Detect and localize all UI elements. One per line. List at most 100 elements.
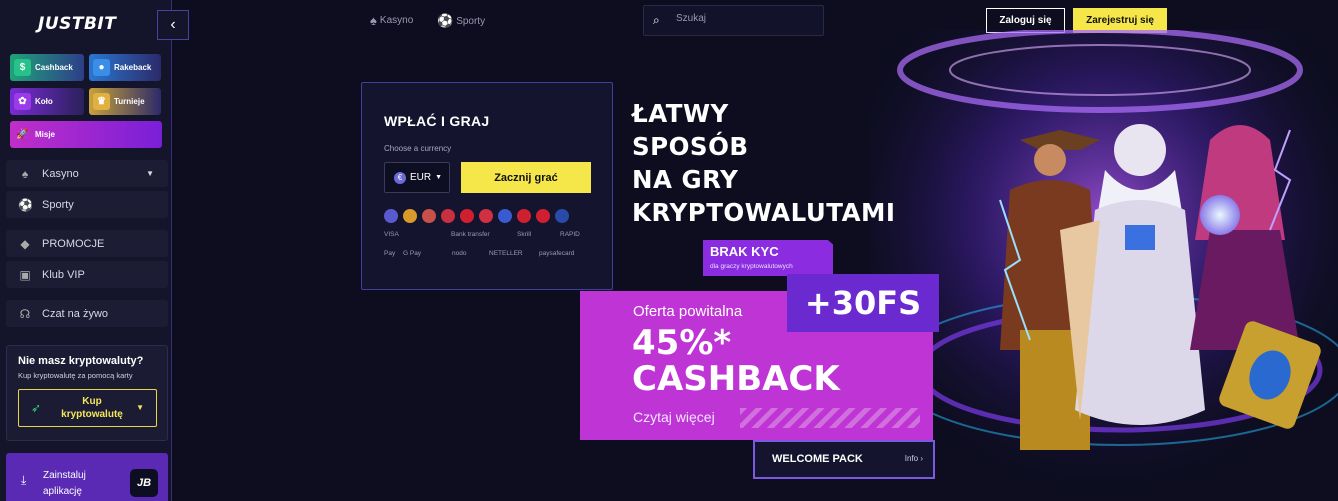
- caret-down-icon: ▼: [146, 169, 154, 178]
- nodo-logo: nodo: [452, 250, 467, 257]
- install-app-button[interactable]: ⤓ Zainstaluj aplikację JB: [6, 453, 168, 501]
- currency-coin-icon: [403, 209, 417, 223]
- hero-headline: ŁATWY SPOSÓB NA GRY KRYPTOWALUTAMI: [632, 97, 896, 229]
- headline-line: NA GRY: [632, 165, 739, 194]
- promo-cashback[interactable]: $ Cashback: [10, 54, 84, 81]
- currency-label: Choose a currency: [384, 144, 452, 153]
- search-input[interactable]: [676, 13, 816, 24]
- search-box: ⌕: [643, 5, 824, 36]
- currency-coin-icon: [536, 209, 550, 223]
- tab-kasyno[interactable]: ♠ Kasyno: [370, 13, 413, 28]
- sidebar-item-label: Sporty: [42, 198, 74, 211]
- currency-select[interactable]: € EUR ▼: [384, 162, 450, 193]
- download-icon: ⤓: [21, 473, 27, 487]
- neteller-logo: NETELLER: [489, 250, 523, 257]
- read-more-link[interactable]: Czytaj więcej: [633, 409, 715, 425]
- free-spins-badge: +30FS: [787, 274, 939, 332]
- sidebar-item-kasyno[interactable]: ♠ Kasyno ▼: [6, 160, 168, 187]
- headline-line: KRYPTOWALUTAMI: [632, 198, 896, 227]
- offer-label: Oferta powitalna: [633, 303, 743, 320]
- sidebar-item-sporty[interactable]: ⚽ Sporty: [6, 191, 168, 218]
- sidebar-item-klub-vip[interactable]: ▣ Klub VIP: [6, 261, 168, 288]
- deposit-title: WPŁAĆ I GRAJ: [384, 113, 490, 129]
- sidebar-item-promocje[interactable]: ◆ PROMOCJE: [6, 230, 168, 257]
- rakeback-icon: ●: [93, 59, 110, 76]
- trophy-icon: ♛: [93, 93, 110, 110]
- app-badge: JB: [130, 469, 158, 497]
- soccer-ball-icon: ⚽: [18, 197, 33, 212]
- collapse-sidebar-button[interactable]: ‹: [157, 10, 189, 40]
- tab-label: Sporty: [456, 15, 486, 27]
- install-app-label: Zainstaluj aplikację: [43, 470, 86, 497]
- currency-value: EUR: [410, 172, 432, 183]
- welcome-pack-button[interactable]: WELCOME PACK Info ›: [753, 440, 935, 479]
- euro-coin-icon: €: [394, 171, 406, 184]
- deposit-card: WPŁAĆ I GRAJ Choose a currency € EUR ▼ Z…: [361, 82, 613, 290]
- welcome-pack-label: WELCOME PACK: [772, 453, 863, 465]
- cashback-icon: $: [14, 59, 31, 76]
- caret-down-icon: ▼: [136, 403, 144, 412]
- currency-coin-icon: [555, 209, 569, 223]
- apple-pay-logo: Pay: [384, 250, 396, 257]
- caret-down-icon: ▼: [435, 174, 443, 181]
- wheel-icon: ✿: [14, 93, 31, 110]
- sidebar-item-label: Czat na żywo: [42, 307, 109, 320]
- sidebar-item-label: Kasyno: [42, 167, 79, 180]
- start-playing-button[interactable]: Zacznij grać: [461, 162, 591, 193]
- currency-coin-icon: [441, 209, 455, 223]
- sidebar-item-label: PROMOCJE: [42, 237, 105, 250]
- promo-kolo[interactable]: ✿ Koło: [10, 88, 84, 115]
- promo-rakeback[interactable]: ● Rakeback: [89, 54, 161, 81]
- tag-icon: ◆: [20, 236, 30, 251]
- buy-crypto-subtitle: Kup kryptowalutę za pomocą karty: [18, 371, 133, 380]
- sidebar-item-czat[interactable]: ☊ Czat na żywo: [6, 300, 168, 327]
- support-icon: ☊: [19, 306, 31, 321]
- currency-coin-icon: [384, 209, 398, 223]
- currency-coin-icon: [479, 209, 493, 223]
- buy-crypto-label: Kup kryptowalutę: [61, 396, 123, 420]
- paysafecard-logo: paysafecard: [539, 250, 575, 257]
- rapid-logo: RAPID: [560, 231, 580, 238]
- logo[interactable]: JUSTBIT: [38, 14, 116, 34]
- rocket-icon: ➶: [31, 401, 42, 415]
- vip-icon: ▣: [19, 267, 31, 282]
- promo-misje[interactable]: 🚀 Misje: [10, 121, 162, 148]
- info-link[interactable]: Info ›: [905, 454, 923, 463]
- currency-coin-icon: [422, 209, 436, 223]
- promo-label: Cashback: [35, 63, 73, 72]
- promo-label: Misje: [35, 130, 56, 139]
- bank-transfer-logo: Bank transfer: [451, 231, 490, 238]
- stripes-decoration: [740, 408, 920, 428]
- buy-crypto-panel: Nie masz kryptowaluty? Kup kryptowalutę …: [6, 345, 168, 441]
- visa-logo: VISA: [384, 231, 399, 238]
- no-kyc-subtitle: dla graczy kryptowalutowych: [710, 263, 793, 270]
- skrill-logo: Skrill: [517, 231, 532, 238]
- currency-coin-icon: [517, 209, 531, 223]
- currency-icons: [384, 209, 569, 223]
- headline-line: ŁATWY: [632, 99, 729, 128]
- tab-sporty[interactable]: ⚽ Sporty: [437, 13, 485, 29]
- search-icon: ⌕: [653, 13, 660, 27]
- headline-line: SPOSÓB: [632, 132, 749, 161]
- promo-label: Turnieje: [114, 97, 145, 106]
- currency-coin-icon: [460, 209, 474, 223]
- no-kyc-title: BRAK KYC: [710, 244, 779, 259]
- rocket-icon: 🚀: [16, 129, 29, 140]
- currency-coin-icon: [498, 209, 512, 223]
- buy-crypto-title: Nie masz kryptowaluty?: [18, 355, 144, 367]
- soccer-ball-icon: ⚽: [437, 13, 454, 28]
- spade-icon: ♠: [21, 166, 29, 181]
- no-kyc-badge: BRAK KYC dla graczy kryptowalutowych: [703, 240, 833, 276]
- promo-label: Rakeback: [114, 63, 152, 72]
- sidebar-item-label: Klub VIP: [42, 268, 85, 281]
- hero-characters-image: [870, 30, 1338, 501]
- buy-crypto-button[interactable]: ➶ Kup kryptowalutę ▼: [18, 389, 157, 427]
- offer-amount: 45%* CASHBACK: [632, 325, 840, 397]
- sidebar: JUSTBIT $ Cashback ● Rakeback ✿ Koło ♛ T…: [0, 0, 172, 501]
- promo-label: Koło: [35, 97, 53, 106]
- spade-icon: ♠: [370, 13, 377, 28]
- google-pay-logo: G Pay: [403, 250, 422, 257]
- tab-label: Kasyno: [379, 15, 414, 26]
- promo-turnieje[interactable]: ♛ Turnieje: [89, 88, 161, 115]
- offer-cashback: CASHBACK: [632, 359, 840, 399]
